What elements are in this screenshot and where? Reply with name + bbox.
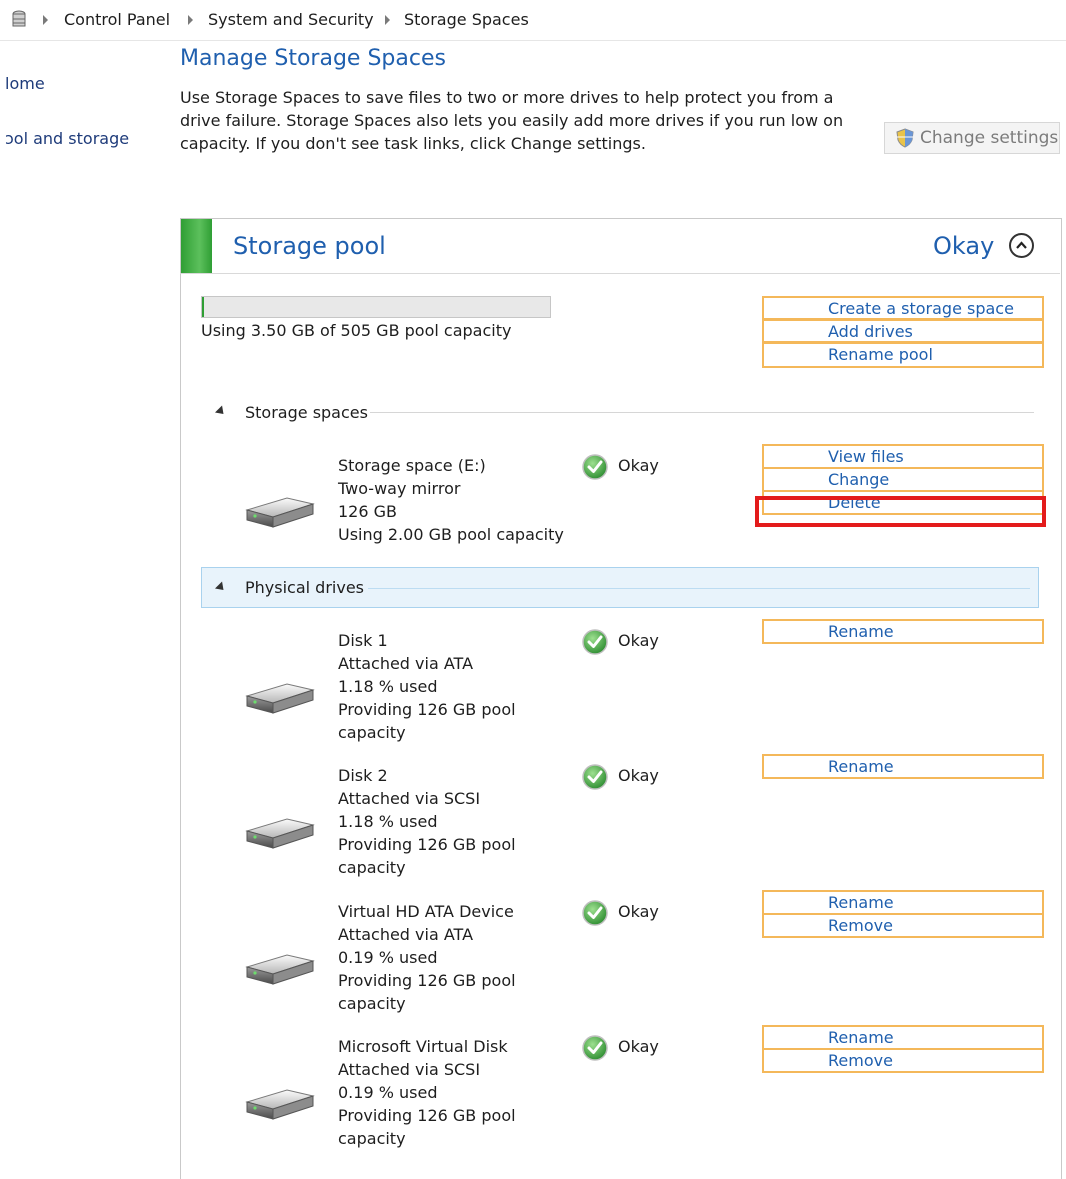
- drive-detail-line: Attached via ATA: [338, 925, 474, 944]
- ok-status-icon: [582, 1035, 608, 1065]
- storage-spaces-header: Storage spaces: [245, 403, 368, 422]
- drive-detail-line: Virtual HD ATA Device: [338, 902, 514, 921]
- breadcrumb-system-and-security[interactable]: System and Security: [208, 10, 374, 29]
- remove-link[interactable]: Remove: [762, 1048, 1044, 1073]
- drive-detail-line: Providing 126 GB pool: [338, 835, 516, 854]
- rename-link[interactable]: Rename: [762, 754, 1044, 779]
- drive-detail-line: Using 2.00 GB pool capacity: [338, 525, 564, 544]
- hard-drive-icon: [243, 1082, 317, 1126]
- rename-label: Rename: [828, 622, 894, 641]
- view-files-link[interactable]: View files: [762, 444, 1044, 469]
- add-drives-link[interactable]: Add drives: [762, 319, 1044, 343]
- chevron-up-icon: [1016, 241, 1027, 249]
- change-settings-button[interactable]: Change settings: [884, 122, 1060, 154]
- drive-detail-line: capacity: [338, 994, 406, 1013]
- physical-drives-header: Physical drives: [245, 578, 364, 597]
- chevron-right-icon[interactable]: [43, 15, 48, 25]
- view-files-label: View files: [828, 447, 904, 466]
- drive-detail-line: Attached via SCSI: [338, 789, 481, 808]
- change-settings-label: Change settings: [920, 128, 1059, 148]
- hard-drive-icon: [243, 676, 317, 720]
- drive-detail-line: capacity: [338, 858, 406, 877]
- rename-label: Rename: [828, 893, 894, 912]
- drive-detail-line: 1.18 % used: [338, 812, 438, 831]
- drive-detail-line: Storage space (E:): [338, 456, 486, 475]
- drive-status: Okay: [618, 766, 659, 785]
- drive-detail-line: Disk 1: [338, 631, 388, 650]
- page-description-line: Use Storage Spaces to save files to two …: [180, 88, 834, 107]
- rename-pool-label: Rename pool: [828, 345, 933, 364]
- page-description-line: drive failure. Storage Spaces also lets …: [180, 111, 844, 130]
- pool-title: Storage pool: [233, 232, 386, 260]
- pool-capacity-bar: [201, 296, 551, 318]
- rename-link[interactable]: Rename: [762, 890, 1044, 915]
- drive-status: Okay: [618, 1037, 659, 1056]
- drive-status: Okay: [618, 631, 659, 650]
- change-label: Change: [828, 470, 890, 489]
- drive-detail-line: Attached via SCSI: [338, 1060, 481, 1079]
- rename-label: Rename: [828, 1028, 894, 1047]
- remove-link[interactable]: Remove: [762, 913, 1044, 938]
- create-storage-space-label: Create a storage space: [828, 299, 1014, 318]
- page-title: Manage Storage Spaces: [180, 46, 446, 71]
- drive-detail-line: capacity: [338, 723, 406, 742]
- add-drives-label: Add drives: [828, 322, 913, 341]
- drive-detail-line: Disk 2: [338, 766, 388, 785]
- pool-status: Okay: [933, 232, 995, 260]
- remove-label: Remove: [828, 1051, 893, 1070]
- drive-detail-line: Attached via ATA: [338, 654, 474, 673]
- create-storage-space-link[interactable]: Create a storage space: [762, 296, 1044, 320]
- change-link[interactable]: Change: [762, 467, 1044, 492]
- drive-detail-line: Two-way mirror: [338, 479, 461, 498]
- rename-link[interactable]: Rename: [762, 619, 1044, 644]
- nav-control-panel-home[interactable]: lome: [5, 74, 45, 93]
- uac-shield-icon: [896, 128, 914, 148]
- ok-status-icon: [582, 764, 608, 794]
- pool-capacity-text: Using 3.50 GB of 505 GB pool capacity: [201, 321, 512, 340]
- drive-detail-line: 0.19 % used: [338, 1083, 438, 1102]
- hard-drive-icon: [243, 490, 317, 534]
- nav-create-pool[interactable]: ɔol and storage: [5, 129, 129, 148]
- hard-drive-icon: [243, 947, 317, 991]
- breadcrumb-storage-spaces[interactable]: Storage Spaces: [404, 10, 529, 29]
- drive-status: Okay: [618, 902, 659, 921]
- rename-label: Rename: [828, 757, 894, 776]
- page-description-line: capacity. If you don't see task links, c…: [180, 134, 646, 153]
- collapse-button[interactable]: [1009, 233, 1034, 258]
- drive-detail-line: Microsoft Virtual Disk: [338, 1037, 508, 1056]
- ok-status-icon: [582, 454, 608, 484]
- drive-detail-line: 1.18 % used: [338, 677, 438, 696]
- rename-link[interactable]: Rename: [762, 1025, 1044, 1050]
- address-bar: Control Panel System and Security Storag…: [0, 0, 1066, 41]
- drive-detail-line: 0.19 % used: [338, 948, 438, 967]
- drive-status: Okay: [618, 456, 659, 475]
- chevron-right-icon[interactable]: [188, 15, 193, 25]
- rename-pool-link[interactable]: Rename pool: [762, 342, 1044, 368]
- ok-status-icon: [582, 900, 608, 930]
- drive-detail-line: Providing 126 GB pool: [338, 700, 516, 719]
- drive-detail-line: Providing 126 GB pool: [338, 971, 516, 990]
- section-divider: [368, 588, 1030, 589]
- breadcrumb-control-panel[interactable]: Control Panel: [64, 10, 170, 29]
- storage-spaces-icon: [12, 10, 26, 27]
- section-divider: [370, 412, 1034, 413]
- drive-detail-line: Providing 126 GB pool: [338, 1106, 516, 1125]
- drive-detail-line: capacity: [338, 1129, 406, 1148]
- pool-status-stripe: [181, 219, 212, 273]
- ok-status-icon: [582, 629, 608, 659]
- highlight-box: [755, 496, 1046, 527]
- pool-capacity-fill: [202, 297, 205, 317]
- chevron-right-icon[interactable]: [385, 15, 390, 25]
- hard-drive-icon: [243, 811, 317, 855]
- drive-detail-line: 126 GB: [338, 502, 397, 521]
- remove-label: Remove: [828, 916, 893, 935]
